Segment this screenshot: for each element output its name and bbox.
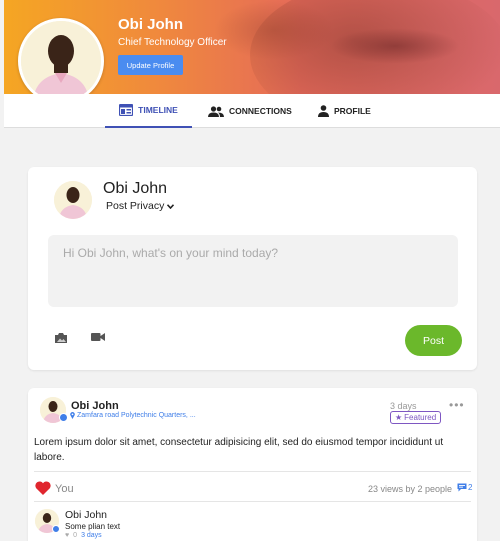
comment-time: 3 days [81,532,102,539]
verified-badge-icon [52,525,60,533]
cover-nose-shading [214,0,334,60]
update-profile-button[interactable]: Update Profile [118,55,183,75]
person-icon [318,105,329,117]
featured-label: Featured [404,413,437,422]
person-photo-icon [21,21,101,101]
post-location[interactable]: Zamfara road Polytechnic Quarters, ... [70,412,196,419]
post-privacy-label: Post Privacy [106,200,165,212]
person-photo-icon [54,181,92,219]
more-options-icon[interactable]: ••• [449,398,465,412]
tab-timeline[interactable]: TIMELINE [105,94,192,128]
video-icon[interactable] [91,332,105,342]
comment-like-icon[interactable]: ♥ [65,532,69,539]
featured-badge: ★ Featured [390,411,442,424]
composer-avatar[interactable] [54,181,92,219]
post-privacy-dropdown[interactable]: Post Privacy [106,200,175,212]
profile-name: Obi John [118,16,183,33]
post-composer: Obi John Post Privacy Hi Obi John, what'… [28,167,477,370]
profile-tabs: TIMELINE CONNECTIONS PROFILE [4,94,500,128]
post-location-text: Zamfara road Polytechnic Quarters, ... [77,412,196,419]
comments-count-value: 2 [468,483,473,492]
tab-timeline-label: TIMELINE [138,105,178,115]
location-pin-icon [70,412,75,419]
composer-username: Obi John [103,180,168,197]
feed-post: Obi John Zamfara road Polytechnic Quarte… [28,388,477,541]
post-button[interactable]: Post [405,325,462,356]
tab-connections[interactable]: CONNECTIONS [208,94,292,128]
star-icon: ★ [395,413,403,422]
post-text-input[interactable]: Hi Obi John, what's on your mind today? [48,235,458,307]
timeline-icon [119,104,134,116]
profile-title: Chief Technology Officer [118,37,227,48]
cover-lips-shading [330,28,460,64]
post-time: 3 days [390,401,417,411]
comment-likes-count: 0 [73,532,78,539]
verified-badge-icon [59,413,68,422]
comment-meta: ♥ 0 3 days [65,532,102,539]
profile-avatar[interactable] [18,18,104,104]
post-body: Lorem ipsum dolor sit amet, consectetur … [34,437,444,463]
divider [34,471,471,472]
comment-icon [457,483,467,492]
divider [34,501,471,502]
post-author-name[interactable]: Obi John [71,400,119,412]
like-label: You [55,483,74,495]
tab-profile-label: PROFILE [334,106,371,116]
comment-text: Some plian text [65,522,121,531]
heart-icon[interactable] [35,481,51,495]
tab-connections-label: CONNECTIONS [229,106,292,116]
people-icon [208,105,224,117]
camera-icon[interactable] [54,332,68,344]
chevron-down-icon [167,203,175,209]
comment-author-name[interactable]: Obi John [65,509,107,521]
tab-profile[interactable]: PROFILE [318,94,371,128]
views-count: 23 views by 2 people [368,484,453,494]
comments-count[interactable]: 2 [457,483,472,492]
